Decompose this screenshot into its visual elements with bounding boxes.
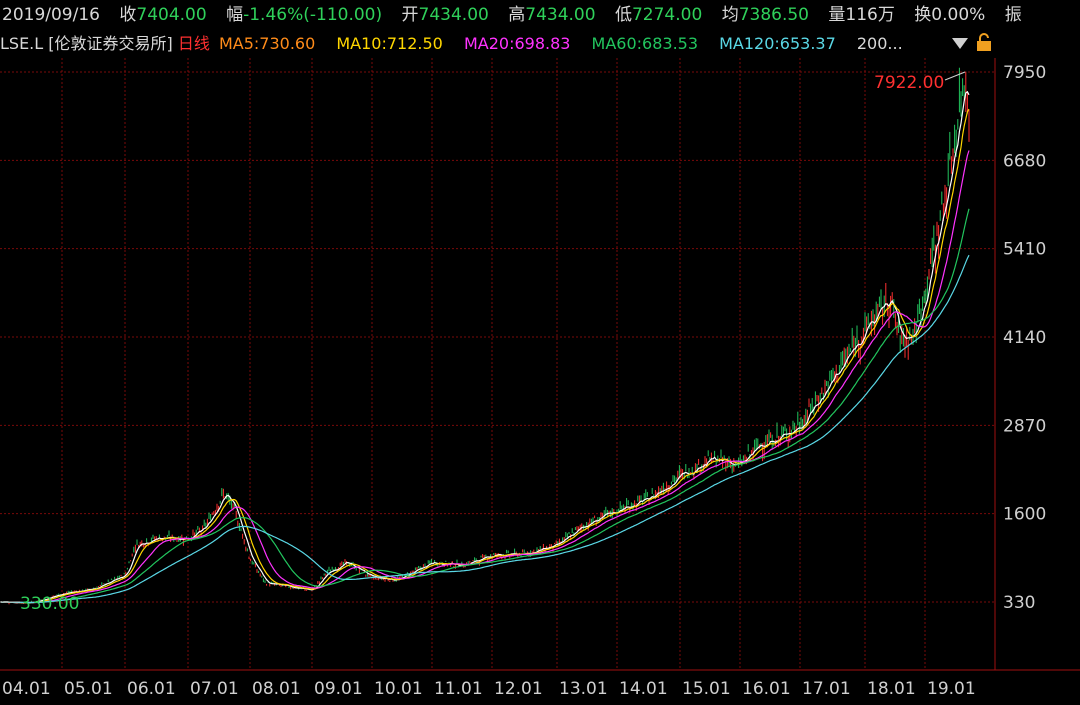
open-label: 开 xyxy=(401,5,419,25)
x-tick-label: 08.01 xyxy=(252,679,301,699)
x-tick-label: 19.01 xyxy=(927,679,976,699)
quote-date: 2019/09/16 xyxy=(2,5,100,25)
x-tick-label: 05.01 xyxy=(64,679,113,699)
max-price-pointer xyxy=(944,71,966,81)
y-tick-label: 4140 xyxy=(1003,328,1046,348)
turnover-value: 0.00% xyxy=(931,5,986,25)
low-label: 低 xyxy=(614,5,632,25)
x-tick-label: 10.01 xyxy=(374,679,423,699)
ma10-label: MA10:712.50 xyxy=(336,34,443,53)
turnover-label: 换 xyxy=(914,5,932,25)
amplitude-label: 振 xyxy=(1004,5,1022,25)
low-value: 7274.00 xyxy=(631,5,703,25)
ma120-label: MA120:653.37 xyxy=(719,34,836,53)
x-tick-label: 07.01 xyxy=(190,679,239,699)
high-label: 高 xyxy=(508,5,526,25)
ma20-label: MA20:698.83 xyxy=(463,34,571,53)
close-label: 收 xyxy=(119,5,137,25)
ma120-line xyxy=(0,254,970,604)
x-tick-label: 13.01 xyxy=(559,679,608,699)
quote-info-bar: 2019/09/16 收7404.00 幅-1.46%(-110.00) 开74… xyxy=(0,0,1080,30)
ma5-label: MA5:730.60 xyxy=(218,34,316,53)
x-tick-label: 16.01 xyxy=(742,679,791,699)
volume-label: 量 xyxy=(828,5,846,25)
close-value: 7404.00 xyxy=(136,5,207,25)
ma60-label: MA60:683.53 xyxy=(591,34,699,53)
chart-annotations: 7922.00 330.00 xyxy=(0,71,966,614)
open-value: 7434.00 xyxy=(418,5,489,25)
ma-lines xyxy=(0,90,970,604)
high-value: 7434.00 xyxy=(525,5,596,25)
avg-value: 7386.50 xyxy=(738,5,810,25)
volume-value: 116万 xyxy=(845,5,895,25)
y-tick-label: 2870 xyxy=(1003,416,1046,436)
ma20-line xyxy=(0,150,970,604)
avg-label: 均 xyxy=(721,5,739,25)
min-price-label: 330.00 xyxy=(20,594,79,614)
x-tick-label: 11.01 xyxy=(434,679,483,699)
y-tick-label: 7950 xyxy=(1003,63,1046,83)
change-label: 幅 xyxy=(226,5,244,25)
ma-legend-bar: LSE.L [伦敦证券交易所] 日线 MA5:730.60 MA10:712.5… xyxy=(0,30,1000,58)
x-tick-label: 04.01 xyxy=(2,679,51,699)
ma5-line xyxy=(0,90,970,604)
candles xyxy=(0,67,970,605)
y-tick-label: 1600 xyxy=(1003,505,1046,525)
y-tick-label: 6680 xyxy=(1003,151,1046,171)
dropdown-triangle-icon[interactable] xyxy=(950,35,970,51)
symbol-label: LSE.L [伦敦证券交易所] xyxy=(0,34,173,53)
y-tick-label: 5410 xyxy=(1003,240,1046,260)
lock-icon[interactable] xyxy=(974,32,994,52)
y-tick-label: 330 xyxy=(1003,593,1035,613)
x-tick-label: 15.01 xyxy=(682,679,731,699)
y-axis: 7950 6680 5410 4140 2870 1600 330 xyxy=(1003,63,1046,613)
x-tick-label: 18.01 xyxy=(867,679,916,699)
x-tick-label: 09.01 xyxy=(314,679,363,699)
more-ma-label[interactable]: 200... xyxy=(857,34,903,53)
x-tick-label: 06.01 xyxy=(127,679,176,699)
chart-grid xyxy=(0,58,1080,671)
x-tick-label: 17.01 xyxy=(802,679,851,699)
candlestick-chart: 7950 6680 5410 4140 2870 1600 330 04.01 05.01 06… xyxy=(0,58,1080,699)
period-label: 日线 xyxy=(177,34,210,53)
max-price-label: 7922.00 xyxy=(874,73,944,93)
change-value: -1.46%(-110.00) xyxy=(243,5,383,25)
x-tick-label: 14.01 xyxy=(619,679,668,699)
x-tick-label: 12.01 xyxy=(494,679,543,699)
x-axis: 04.01 05.01 06.01 07.01 08.01 09.01 10.01 11.01… xyxy=(2,679,976,699)
ma10-line xyxy=(0,108,970,604)
